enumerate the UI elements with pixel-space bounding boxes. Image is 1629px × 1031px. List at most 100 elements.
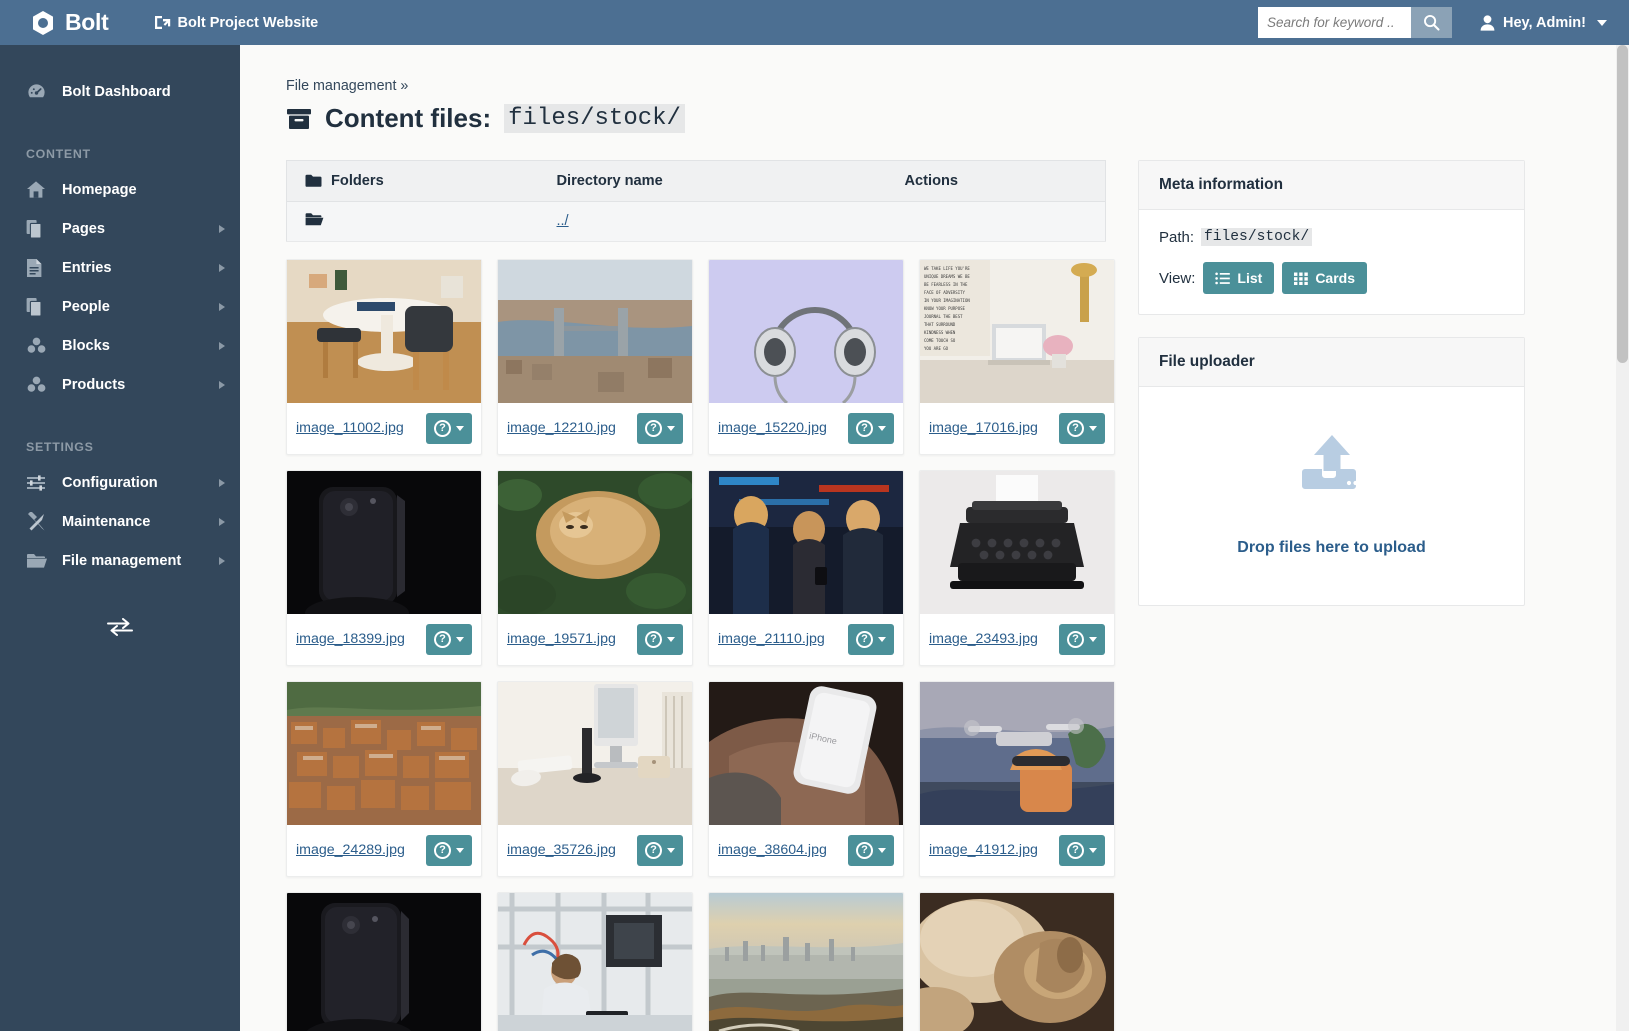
file-thumbnail[interactable] <box>498 471 692 614</box>
file-name-link[interactable]: image_18399.jpg <box>296 631 405 647</box>
sliders-icon <box>26 474 48 491</box>
view-cards-button[interactable]: Cards <box>1282 262 1367 294</box>
sidebar-item-file-management[interactable]: File management <box>0 541 240 580</box>
file-actions-button[interactable]: ? <box>637 412 683 444</box>
file-name-link[interactable]: image_19571.jpg <box>507 631 616 647</box>
file-name-link[interactable]: image_24289.jpg <box>296 842 405 858</box>
question-circle-icon: ? <box>434 419 451 437</box>
file-actions-button[interactable]: ? <box>426 834 472 866</box>
blocks-cubes-icon <box>26 375 48 394</box>
search-icon <box>1424 15 1440 31</box>
chevron-down-icon <box>1089 636 1097 642</box>
file-card-footer: image_24289.jpg? <box>287 825 481 876</box>
svg-text:FACE OF ADVERSITY: FACE OF ADVERSITY <box>924 290 966 295</box>
collapse-arrows-icon <box>107 618 133 636</box>
file-name-link[interactable]: image_15220.jpg <box>718 420 827 436</box>
sidebar-item-homepage[interactable]: Homepage <box>0 170 240 209</box>
sidebar-item-pages[interactable]: Pages <box>0 209 240 248</box>
file-name-link[interactable]: image_17016.jpg <box>929 420 1038 436</box>
brand-logo[interactable]: Bolt <box>30 9 109 36</box>
file-actions-button[interactable]: ? <box>637 834 683 866</box>
top-navigation-bar: Bolt Bolt Project Website Hey, Admin! <box>0 0 1629 45</box>
file-name-link[interactable]: image_12210.jpg <box>507 420 616 436</box>
file-card-footer: image_11002.jpg? <box>287 403 481 454</box>
scrollbar-thumb[interactable] <box>1617 45 1628 363</box>
file-cards-grid: image_11002.jpg? image_12210.jpg? image_15… <box>286 259 1121 1031</box>
file-thumbnail[interactable] <box>498 260 692 403</box>
breadcrumb[interactable]: File management » <box>286 78 1629 94</box>
file-actions-button[interactable]: ? <box>426 412 472 444</box>
chevron-right-icon <box>219 224 225 233</box>
file-name-link[interactable]: image_41912.jpg <box>929 842 1038 858</box>
table-row[interactable]: ../ <box>286 201 1106 242</box>
meta-panel-title: Meta information <box>1139 161 1524 210</box>
file-card: image_35726.jpg? <box>497 681 693 877</box>
file-card-footer: image_17016.jpg? <box>920 403 1114 454</box>
sidebar-item-people[interactable]: People <box>0 287 240 326</box>
parent-directory-link[interactable]: ../ <box>557 213 569 229</box>
chevron-down-icon <box>456 425 464 431</box>
file-name-link[interactable]: image_38604.jpg <box>718 842 827 858</box>
user-menu[interactable]: Hey, Admin! <box>1480 15 1607 31</box>
file-thumbnail[interactable] <box>920 893 1114 1031</box>
chevron-down-icon <box>878 636 886 642</box>
sidebar-item-label: Homepage <box>62 181 137 198</box>
file-name-link[interactable]: image_23493.jpg <box>929 631 1038 647</box>
sidebar-collapse-toggle[interactable] <box>0 618 240 636</box>
view-list-button[interactable]: List <box>1203 262 1275 294</box>
file-drop-zone[interactable]: Drop files here to upload <box>1139 387 1524 605</box>
list-view-icon <box>1215 272 1231 284</box>
folder-open-icon <box>305 213 324 230</box>
file-actions-button[interactable]: ? <box>1059 623 1105 655</box>
file-thumbnail[interactable] <box>920 471 1114 614</box>
sidebar-item-maintenance[interactable]: Maintenance <box>0 502 240 541</box>
file-thumbnail[interactable] <box>287 260 481 403</box>
tools-wrench-icon <box>26 511 48 532</box>
question-circle-icon: ? <box>645 630 662 648</box>
page-scrollbar[interactable] <box>1616 45 1629 1031</box>
sidebar-item-label: Entries <box>62 259 112 276</box>
chevron-down-icon <box>878 425 886 431</box>
question-circle-icon: ? <box>856 630 873 648</box>
file-thumbnail[interactable] <box>709 471 903 614</box>
chevron-down-icon <box>667 847 675 853</box>
search-submit-button[interactable] <box>1411 7 1453 38</box>
search-input[interactable] <box>1258 7 1412 38</box>
file-thumbnail[interactable] <box>709 260 903 403</box>
file-name-link[interactable]: image_21110.jpg <box>718 631 825 647</box>
sidebar-item-dashboard[interactable]: Bolt Dashboard <box>0 72 240 111</box>
chevron-right-icon <box>219 380 225 389</box>
file-card: image_24289.jpg? <box>286 681 482 877</box>
project-website-label: Bolt Project Website <box>177 14 319 31</box>
sidebar-item-configuration[interactable]: Configuration <box>0 463 240 502</box>
pages-copy-icon <box>26 219 48 239</box>
file-thumbnail[interactable] <box>920 682 1114 825</box>
file-thumbnail[interactable] <box>287 682 481 825</box>
file-thumbnail[interactable] <box>287 471 481 614</box>
sidebar-item-products[interactable]: Products <box>0 365 240 404</box>
file-thumbnail[interactable] <box>709 893 903 1031</box>
file-thumbnail[interactable] <box>498 682 692 825</box>
file-thumbnail[interactable] <box>287 893 481 1031</box>
file-actions-button[interactable]: ? <box>637 623 683 655</box>
file-thumbnail[interactable]: WE TAKE LIFE YOU'RE UNIQUE DREAMS WE BE BE… <box>920 260 1114 403</box>
file-card: image_11002.jpg? <box>286 259 482 455</box>
sidebar-item-label: File management <box>62 552 182 569</box>
file-actions-button[interactable]: ? <box>848 834 894 866</box>
project-website-link[interactable]: Bolt Project Website <box>154 14 319 31</box>
file-actions-button[interactable]: ? <box>848 623 894 655</box>
file-actions-button[interactable]: ? <box>1059 834 1105 866</box>
file-card-footer: image_15220.jpg? <box>709 403 903 454</box>
sidebar-item-label: Products <box>62 376 126 393</box>
sidebar-item-blocks[interactable]: Blocks <box>0 326 240 365</box>
file-thumbnail[interactable]: iPhone <box>709 682 903 825</box>
file-actions-button[interactable]: ? <box>426 623 472 655</box>
file-thumbnail[interactable] <box>498 893 692 1031</box>
sidebar-item-entries[interactable]: Entries <box>0 248 240 287</box>
file-actions-button[interactable]: ? <box>1059 412 1105 444</box>
file-name-link[interactable]: image_11002.jpg <box>296 420 404 436</box>
file-actions-button[interactable]: ? <box>848 412 894 444</box>
file-name-link[interactable]: image_35726.jpg <box>507 842 616 858</box>
right-sidebar-column: Meta information Path: files/stock/ View… <box>1138 160 1525 628</box>
chevron-down-icon <box>667 636 675 642</box>
